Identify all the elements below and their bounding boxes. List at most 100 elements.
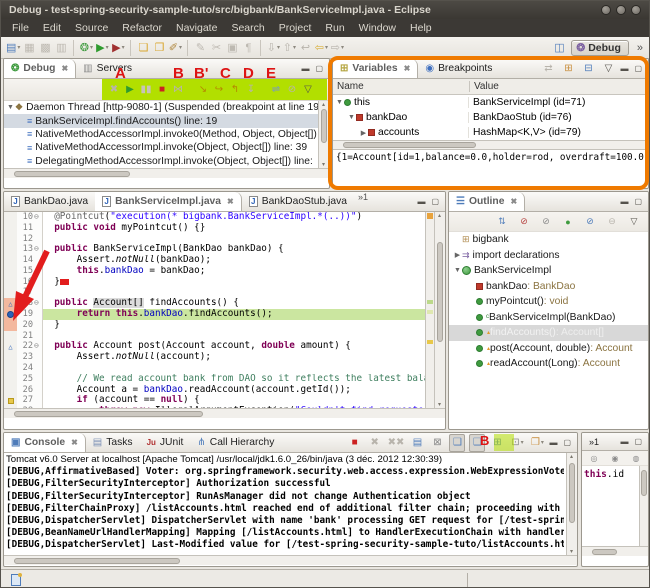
minimize-icon[interactable]: ▬ [301,64,311,73]
gutter-marker-cell[interactable] [4,331,17,342]
close-tab-icon[interactable]: ✖ [510,197,517,206]
fold-marker[interactable] [34,385,43,396]
menu-window[interactable]: Window [352,19,403,37]
back-history-icon[interactable]: ⇦▾ [313,39,329,57]
scrollbar-thumb[interactable] [592,549,617,555]
scroll-down-arrow[interactable]: ▾ [438,401,441,408]
outline-item-row[interactable]: ▴post(Account, double) : Account [449,341,648,357]
sort-icon[interactable]: ⇅ [494,213,510,231]
menu-source[interactable]: Source [68,19,115,37]
close-tab-icon[interactable]: ✖ [71,438,78,447]
open-console-icon[interactable]: ❐▾ [529,434,545,452]
gutter-marker-cell[interactable] [4,223,17,234]
menu-help[interactable]: Help [403,19,439,37]
notification-icon[interactable] [11,574,21,586]
show-on-stdout-icon[interactable]: ❑ [449,434,465,452]
debug-launch-icon[interactable]: ❂▾ [78,39,94,57]
scroll-up-arrow[interactable]: ▴ [438,212,441,219]
outline-item-row[interactable]: myPointcut() : void [449,294,648,310]
gutter-marker-cell[interactable] [4,352,17,363]
gutter-marker-cell[interactable] [4,385,17,396]
outline-item-row[interactable]: ▶⇉import declarations [449,248,648,264]
menu-navigate[interactable]: Navigate [169,19,224,37]
close-tab-icon[interactable]: ✖ [227,197,234,206]
console-output[interactable]: Tomcat v6.0 Server at localhost [Apache … [4,453,566,555]
hide-fields-icon[interactable]: ⊘ [516,213,532,231]
scrollbar-thumb[interactable] [321,109,327,143]
use-step-filters-button[interactable]: ⇌ [268,81,284,99]
highlighter-icon[interactable]: ✐▾ [167,39,183,57]
close-tab-icon[interactable]: ✖ [61,64,68,73]
outline-tab-outline[interactable]: ☰Outline✖ [449,192,525,211]
menu-run[interactable]: Run [318,19,351,37]
last-edit-location-icon[interactable]: ↩ [297,39,313,57]
console-horizontal-scrollbar[interactable] [4,555,577,565]
maximize-icon[interactable]: ▢ [315,64,325,73]
editor-tab-bankdao-java[interactable]: JBankDao.java [4,192,95,211]
scroll-up-arrow[interactable]: ▴ [322,101,325,108]
open-resource-icon[interactable]: ❏ [135,39,151,57]
fold-marker[interactable] [34,374,43,385]
new-wizard-icon[interactable]: ▤▾ [5,39,21,57]
web-tool-2-icon[interactable]: ✂ [208,39,224,57]
window-titlebar[interactable]: Debug - test-spring-security-sample-tuto… [1,1,649,19]
toolbar-overflow-chevron[interactable]: » [637,42,643,54]
execute-icon[interactable]: ◍ [628,449,644,467]
console-vertical-scrollbar[interactable]: ▴ ▾ [566,453,577,555]
overview-marker[interactable] [427,213,433,219]
outline-item-row[interactable]: ⊞bigbank [449,232,648,248]
scroll-up-arrow[interactable]: ▴ [570,453,573,460]
forward-history-icon[interactable]: ⇨▾ [329,39,345,57]
code-line-27[interactable]: 27 if (account == null) { [4,395,425,406]
window-minimize-button[interactable] [601,5,611,15]
gutter-marker-cell[interactable] [4,212,17,223]
tree-expander[interactable]: ▶ [453,251,462,259]
tree-expander[interactable]: ▼ [453,267,462,274]
display-vertical-scrollbar[interactable] [639,466,648,546]
maximize-icon[interactable]: ▢ [563,438,573,447]
gutter-marker-cell[interactable] [4,363,17,374]
web-tool-4-icon[interactable]: ¶ [240,39,256,57]
tree-expander[interactable]: ▼ [6,104,15,111]
save-icon[interactable]: ▦ [21,39,37,57]
scrollbar-thumb[interactable] [14,411,203,417]
outline-item-row[interactable]: ▴readAccount(Long) : Account [449,356,648,372]
scrollbar-thumb[interactable] [14,558,180,564]
outline-item-row[interactable]: ▼BankServiceImpl [449,263,648,279]
view-menu-icon[interactable]: ▽ [626,213,642,231]
gutter-marker-cell[interactable] [4,374,17,385]
fold-marker[interactable] [34,331,43,342]
maximize-icon[interactable]: ▢ [431,197,441,206]
step-into-button[interactable]: ↘ [195,81,211,99]
step-over-button[interactable]: ↪ [211,81,227,99]
menu-project[interactable]: Project [272,19,319,37]
editor-tab-bankserviceimpl-java[interactable]: JBankServiceImpl.java✖ [95,192,242,211]
menu-search[interactable]: Search [224,19,271,37]
remove-launch-icon[interactable]: ✖ [367,434,383,452]
fold-marker[interactable] [34,223,43,234]
outline-item-row[interactable]: ▴findAccounts() : Account[] [449,325,648,341]
minimize-icon[interactable]: ▬ [620,437,630,446]
debug-frame-row[interactable]: ≡NativeMethodAccessorImpl.invoke0(Method… [4,128,318,141]
fold-marker[interactable] [34,352,43,363]
debug-frame-row[interactable]: ≡NativeMethodAccessorImpl.invoke(Object,… [4,141,318,154]
hide-local-types-icon[interactable]: ⊘ [582,213,598,231]
link-editor-icon[interactable]: ⊖ [604,213,620,231]
open-folder-icon[interactable]: ❐ [151,39,167,57]
code-line-21[interactable]: 21 [4,331,425,342]
window-maximize-button[interactable] [616,5,626,15]
console-tab-tasks[interactable]: ▤Tasks [86,433,140,452]
scroll-down-arrow[interactable]: ▾ [322,161,325,168]
menu-file[interactable]: File [5,19,36,37]
run-launch-icon[interactable]: ▶▾ [94,39,110,57]
minimize-icon[interactable]: ▬ [549,438,559,447]
scroll-lock-icon[interactable]: ⊠ [429,434,445,452]
code-line-23[interactable]: 23 Assert.notNull(account); [4,352,425,363]
step-return-button[interactable]: ↰ [227,81,243,99]
open-perspective-icon[interactable]: ◫ [551,39,567,57]
overview-marker[interactable] [427,310,433,314]
editor-tab-bankdaostub-java[interactable]: JBankDaoStub.java [242,192,354,211]
display-result-icon[interactable]: ◉ [607,449,623,467]
view-menu-button[interactable]: ▽ [300,81,316,99]
code-line-25[interactable]: 25 // We read account bank from DAO so i… [4,374,425,385]
